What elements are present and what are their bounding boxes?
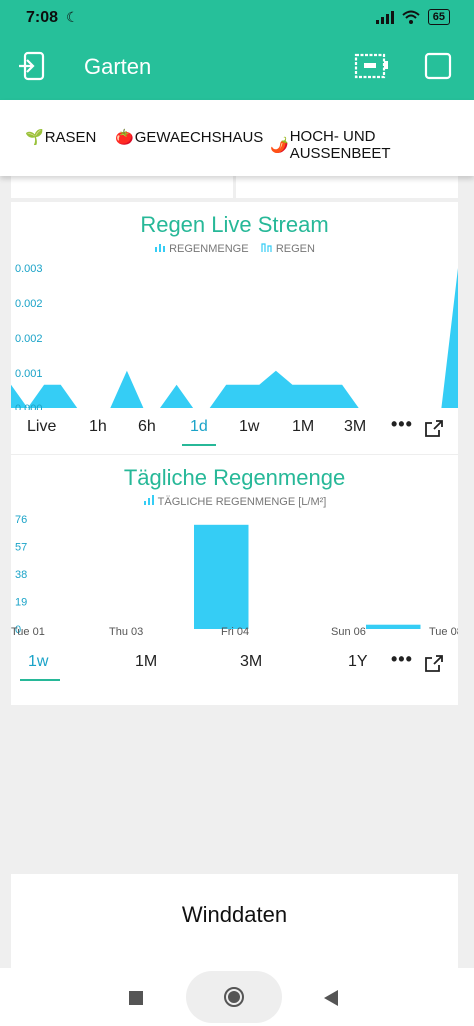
taegliche-regenmenge-card: Tägliche Regenmenge TÄGLICHE REGENMENGE … <box>11 454 458 705</box>
open-external-icon[interactable] <box>424 655 444 673</box>
y-tick-label: 0.001 <box>15 368 43 380</box>
app-bar: Garten <box>0 34 474 100</box>
home-button[interactable] <box>186 971 282 1023</box>
range-1m[interactable]: 1M <box>292 418 314 436</box>
time-range-selector: 1w 1M 3M 1Y ••• <box>11 649 458 681</box>
winddaten-title: Winddaten <box>181 902 288 927</box>
chart-legend: TÄGLICHE REGENMENGE [L/M²] <box>11 495 458 508</box>
cut-off-value <box>19 176 119 180</box>
chart-legend: REGENMENGE REGEN <box>11 242 458 255</box>
status-time: 7:08 <box>26 9 59 26</box>
range-1h[interactable]: 1h <box>89 418 107 436</box>
cut-off-value <box>244 176 344 180</box>
tomato-icon: 🍅 <box>115 129 134 146</box>
winddaten-card[interactable]: Winddaten <box>11 874 458 968</box>
range-3m[interactable]: 3M <box>344 418 366 436</box>
legend-regen[interactable]: REGEN <box>276 243 315 255</box>
x-tick-label: Sun 06 <box>331 626 366 638</box>
y-tick-label: 76 <box>15 514 27 526</box>
tab-bar: 🌱 RASEN 🍅 GEWAECHSHAUS 🌶️ HOCH- UND AUSS… <box>0 100 474 176</box>
range-1m[interactable]: 1M <box>135 653 157 671</box>
more-options-button[interactable]: ••• <box>391 649 413 670</box>
x-tick-label: Fri 04 <box>221 626 249 638</box>
wifi-icon <box>402 10 420 24</box>
value-widget <box>236 176 458 198</box>
range-live[interactable]: Live <box>27 418 56 436</box>
bar-chart-icon <box>143 495 155 508</box>
status-icons: 65 <box>375 9 450 25</box>
step-chart-icon <box>261 242 273 255</box>
taegliche-regenmenge-chart[interactable]: 019385776Tue 01Thu 03Fri 04Sun 06Tue 08 <box>11 511 458 639</box>
value-widget <box>11 176 233 198</box>
active-range-underline <box>20 679 60 681</box>
exit-icon[interactable] <box>16 50 48 82</box>
chart-title: Regen Live Stream <box>140 212 329 237</box>
range-1w[interactable]: 1w <box>28 653 48 671</box>
range-1d[interactable]: 1d <box>190 418 208 436</box>
open-external-icon[interactable] <box>424 420 444 438</box>
time-range-selector: Live 1h 6h 1d 1w 1M 3M ••• <box>11 414 458 446</box>
regen-live-stream-card: Regen Live Stream REGENMENGE REGEN 0.000… <box>11 202 458 456</box>
status-bar: 7:08 ☾ 65 <box>0 0 474 34</box>
legend-taegliche-regenmenge[interactable]: TÄGLICHE REGENMENGE [L/M²] <box>158 496 327 508</box>
more-options-button[interactable]: ••• <box>391 414 413 435</box>
tab-label: GEWAECHSHAUS <box>134 128 264 146</box>
app-title: Garten <box>84 54 152 79</box>
y-tick-label: 0.002 <box>15 333 43 345</box>
tab-label: HOCH- UND AUSSENBEET <box>289 128 391 162</box>
x-tick-label: Thu 03 <box>109 626 143 638</box>
y-tick-label: 0.003 <box>15 263 43 275</box>
area-chart-icon <box>154 242 166 255</box>
y-tick-label: 38 <box>15 569 27 581</box>
x-tick-label: Tue 08 <box>429 626 458 638</box>
square-icon[interactable] <box>424 52 452 80</box>
series-area-regenmenge <box>11 268 458 408</box>
range-1w[interactable]: 1w <box>239 418 259 436</box>
bar[interactable] <box>194 524 249 629</box>
do-not-disturb-icon: ☾ <box>66 9 79 25</box>
pepper-icon: 🌶️ <box>270 137 289 154</box>
tab-gewaechshaus[interactable]: 🍅 GEWAECHSHAUS <box>115 128 264 147</box>
tab-hoch-und-aussenbeet[interactable]: 🌶️ HOCH- UND AUSSENBEET <box>270 128 474 162</box>
device-icon[interactable] <box>354 52 390 80</box>
chart-title: Tägliche Regenmenge <box>123 465 346 490</box>
recent-apps-icon[interactable] <box>129 991 143 1005</box>
home-icon <box>224 987 244 1007</box>
system-nav-bar <box>0 968 474 1026</box>
bar[interactable] <box>366 624 421 629</box>
signal-icon <box>375 10 394 24</box>
legend-regenmenge[interactable]: REGENMENGE <box>169 243 248 255</box>
dashboard-content[interactable]: Regen Live Stream REGENMENGE REGEN 0.000… <box>0 176 474 968</box>
battery-icon: 65 <box>427 9 450 25</box>
y-tick-label: 19 <box>15 597 27 609</box>
y-tick-label: 57 <box>15 542 27 554</box>
y-tick-label: 0.002 <box>15 298 43 310</box>
seedling-icon: 🌱 <box>25 129 44 146</box>
x-tick-label: Tue 01 <box>11 626 45 638</box>
regen-live-chart[interactable]: 0.000 0.001 0.002 0.002 0.003 <box>11 260 458 410</box>
back-icon[interactable] <box>323 989 339 1007</box>
range-6h[interactable]: 6h <box>138 418 156 436</box>
active-range-underline <box>182 444 216 446</box>
tab-rasen[interactable]: 🌱 RASEN <box>25 128 97 147</box>
range-3m[interactable]: 3M <box>240 653 262 671</box>
range-1y[interactable]: 1Y <box>348 653 368 671</box>
y-tick-label: 0.000 <box>15 403 43 410</box>
tab-label: RASEN <box>44 128 97 146</box>
